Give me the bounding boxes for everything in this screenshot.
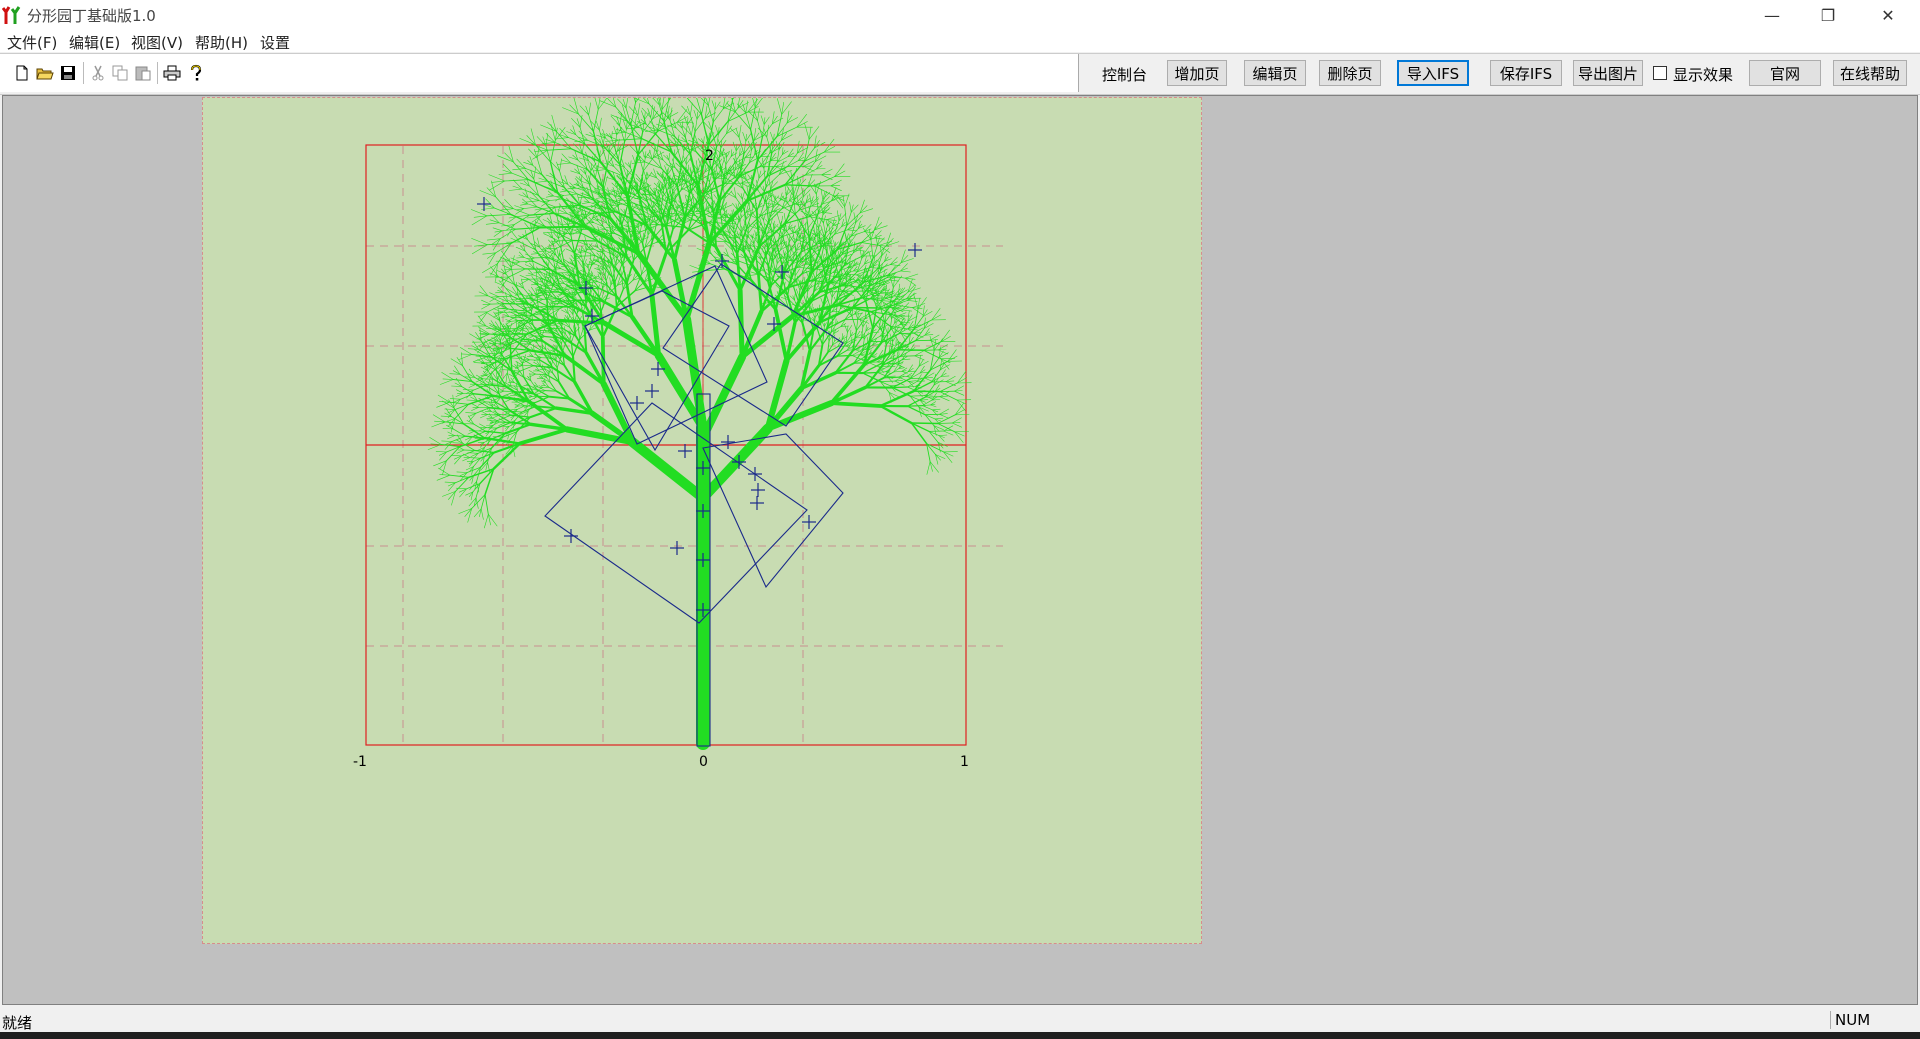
status-bar: 就绪 NUM <box>0 1008 1920 1032</box>
export-image-button[interactable]: 导出图片 <box>1573 60 1643 86</box>
menu-view[interactable]: 视图(V) <box>131 32 183 53</box>
online-help-button[interactable]: 在线帮助 <box>1833 60 1907 86</box>
standard-toolbar <box>0 54 1079 92</box>
paste-icon[interactable] <box>134 64 152 82</box>
num-lock-indicator: NUM <box>1830 1011 1885 1029</box>
menu-settings[interactable]: 设置 <box>260 32 290 53</box>
tick-label-y-max: 2 <box>705 148 714 164</box>
tick-label-x-max: 1 <box>960 754 969 770</box>
menu-edit[interactable]: 编辑(E) <box>69 32 120 53</box>
toolbar-separator <box>83 62 84 84</box>
taskbar <box>0 1032 1920 1039</box>
cut-icon[interactable] <box>89 64 107 82</box>
minimize-button[interactable]: — <box>1744 0 1800 30</box>
show-effect-checkbox[interactable] <box>1653 66 1667 80</box>
window-title: 分形园丁基础版1.0 <box>27 7 156 25</box>
copy-icon[interactable] <box>111 64 129 82</box>
title-bar: 分形园丁基础版1.0 — ❐ ✕ <box>0 0 1920 30</box>
help-icon[interactable] <box>187 64 205 82</box>
fractal-plot[interactable]: -1 0 1 2 <box>203 76 1201 943</box>
import-ifs-button[interactable]: 导入IFS <box>1397 60 1469 86</box>
save-icon[interactable] <box>59 64 77 82</box>
menu-file[interactable]: 文件(F) <box>7 32 57 53</box>
open-folder-icon[interactable] <box>36 64 54 82</box>
ifs-transform-boxes <box>544 263 844 747</box>
tick-label-x-zero: 0 <box>699 754 708 770</box>
edit-page-button[interactable]: 编辑页 <box>1244 60 1306 86</box>
delete-page-button[interactable]: 删除页 <box>1319 60 1381 86</box>
fractal-canvas[interactable]: -1 0 1 2 <box>202 76 1202 944</box>
tick-label-x-min: -1 <box>353 754 367 770</box>
console-label[interactable]: 控制台 <box>1102 64 1147 85</box>
close-button[interactable]: ✕ <box>1860 0 1916 30</box>
toolbar: 控制台 增加页 编辑页 删除页 导入IFS 保存IFS 导出图片 显示效果 官网… <box>0 53 1920 95</box>
app-logo-icon <box>2 6 21 24</box>
save-ifs-button[interactable]: 保存IFS <box>1490 60 1562 86</box>
menu-bar: 文件(F) 编辑(E) 视图(V) 帮助(H) 设置 <box>0 30 1920 52</box>
add-page-button[interactable]: 增加页 <box>1167 60 1227 86</box>
restore-button[interactable]: ❐ <box>1800 0 1856 30</box>
website-button[interactable]: 官网 <box>1749 60 1821 86</box>
new-file-icon[interactable] <box>13 64 31 82</box>
toolbar-separator <box>157 62 158 84</box>
menu-help[interactable]: 帮助(H) <box>195 32 248 53</box>
status-text: 就绪 <box>2 1014 33 1032</box>
print-icon[interactable] <box>163 64 181 82</box>
show-effect-label[interactable]: 显示效果 <box>1673 64 1733 85</box>
